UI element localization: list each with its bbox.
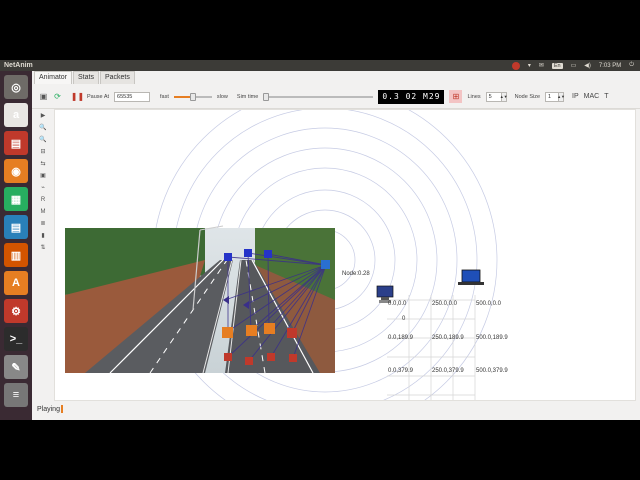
trash-icon[interactable]: ≡: [4, 383, 28, 407]
mac-toggle[interactable]: MAC: [584, 93, 600, 100]
grid-label: 500.0,189.9: [476, 335, 508, 341]
animation-canvas[interactable]: Node:0.28 0 0.0,0.0 250.0,0.0 500.0,0.0 …: [54, 109, 636, 401]
grid-label: 500.0,379.9: [476, 368, 508, 374]
settings-icon[interactable]: ⚙: [4, 299, 28, 323]
node-size-spin-arrows[interactable]: ▲▼: [557, 91, 565, 102]
volume-icon[interactable]: ◀): [584, 62, 591, 69]
clock-text[interactable]: 7:03 PM: [599, 63, 621, 69]
side-tool-icon[interactable]: 🔍: [38, 135, 48, 144]
editor-icon[interactable]: ✎: [4, 355, 28, 379]
amazon-icon[interactable]: a: [4, 103, 28, 127]
node: [289, 354, 297, 362]
pause-at-label: Pause At: [87, 93, 110, 100]
pause-icon[interactable]: ❚❚: [71, 92, 84, 101]
terminal-icon[interactable]: >_: [4, 327, 28, 351]
unity-launcher: ◎ a ▤ ◉ ▦ ▤ ▥ A ⚙ >_ ✎ ≡: [0, 71, 32, 420]
node: [224, 253, 232, 261]
battery-icon[interactable]: ▭: [571, 62, 577, 69]
fast-label: fast: [160, 93, 169, 100]
laptop-node[interactable]: [458, 269, 484, 285]
grid-label: 500.0,0.0: [476, 301, 502, 307]
grid-label: 0.0,189.9: [388, 335, 414, 341]
side-tool-icon[interactable]: M: [38, 207, 48, 216]
tab-animator[interactable]: Animator: [34, 71, 73, 84]
animator-toolbar: ▣ ⟳ ❚❚ Pause At 65535 fast slow Sim time…: [32, 85, 640, 109]
side-tool-icon[interactable]: ▶: [38, 111, 48, 120]
tab-bar: Animator Stats Packets: [32, 71, 136, 84]
system-tray: ▾ ✉ En ▭ ◀) 7:03 PM ⏻: [511, 61, 640, 70]
side-tool-icon[interactable]: ⇆: [38, 159, 48, 168]
side-tool-icon[interactable]: 🔍: [38, 123, 48, 132]
side-tool-icon[interactable]: ≣: [38, 219, 48, 228]
network-icon[interactable]: ▾: [528, 62, 531, 69]
grid-label: 250.0,189.9: [432, 335, 464, 341]
topology-view[interactable]: Node:0.28 0 0.0,0.0 250.0,0.0 500.0,0.0 …: [55, 110, 636, 401]
side-tool-icon[interactable]: ▮: [38, 231, 48, 240]
side-tool-icon[interactable]: ⊟: [38, 147, 48, 156]
tab-packets[interactable]: Packets: [99, 71, 135, 84]
access-point-node: [321, 260, 330, 269]
ubuntu-icon[interactable]: ◎: [4, 75, 28, 99]
node: [287, 328, 297, 338]
netanim-window: Animator Stats Packets ▣ ⟳ ❚❚ Pause At 6…: [32, 71, 640, 420]
mail-icon[interactable]: ✉: [539, 62, 544, 69]
playback-status: Playing: [37, 405, 60, 413]
node: [222, 327, 233, 338]
node: [224, 353, 232, 361]
files-icon[interactable]: ▤: [4, 131, 28, 155]
calc-icon[interactable]: ▦: [4, 187, 28, 211]
node-size-label: Node Size: [514, 93, 541, 100]
grid-lines-icon[interactable]: ⊞: [449, 90, 463, 103]
video-letterbox-top: [0, 0, 640, 60]
side-tool-icon[interactable]: ▣: [38, 171, 48, 180]
node: [267, 353, 275, 361]
status-bar: Playing: [32, 403, 640, 415]
playback-progress: [60, 405, 63, 413]
lines-spinbox[interactable]: 5 ▲▼: [485, 91, 508, 102]
side-tool-icon[interactable]: ⇅: [38, 243, 48, 252]
node: [264, 323, 275, 334]
lines-label: Lines: [467, 93, 481, 100]
side-tool-icon[interactable]: ⌁: [38, 183, 48, 192]
firefox-icon[interactable]: ◉: [4, 159, 28, 183]
t-toggle[interactable]: T: [604, 93, 608, 100]
video-letterbox-bottom: [0, 420, 640, 480]
coordinate-grid: [387, 295, 476, 400]
slow-label: slow: [216, 93, 228, 100]
pause-at-input[interactable]: 65535: [114, 91, 151, 102]
node: [246, 325, 257, 336]
node: [245, 357, 253, 365]
sim-time-display: 0.3 02 M29: [378, 89, 445, 104]
sim-time-label: Sim time: [236, 93, 259, 100]
ip-toggle[interactable]: IP: [572, 93, 579, 100]
grid-label: 0.0,379.9: [388, 368, 414, 374]
software-center-icon[interactable]: A: [4, 271, 28, 295]
power-icon[interactable]: ⏻: [629, 62, 634, 69]
impress-icon[interactable]: ▥: [4, 243, 28, 267]
node: [264, 250, 272, 258]
side-toolbar: ▶ 🔍 🔍 ⊟ ⇆ ▣ ⌁ R M ≣ ▮ ⇅: [36, 111, 50, 252]
grid-label: 250.0,0.0: [432, 301, 458, 307]
keyboard-layout-indicator[interactable]: En: [551, 62, 563, 69]
grid-label: 0.0,0.0: [388, 301, 407, 307]
grid-coordinate-labels: 0.0,0.0 250.0,0.0 500.0,0.0 0.0,189.9 25…: [388, 301, 508, 374]
system-top-panel: NetAnim ▾ ✉ En ▭ ◀) 7:03 PM ⏻: [0, 60, 640, 71]
node-label: Node:0.28: [342, 271, 370, 277]
animation-speed-slider[interactable]: [173, 92, 212, 102]
open-file-icon[interactable]: ▣: [39, 92, 48, 101]
reload-icon[interactable]: ⟳: [53, 92, 62, 101]
side-tool-icon[interactable]: R: [38, 195, 48, 204]
record-indicator-icon[interactable]: [511, 61, 520, 70]
window-title: NetAnim: [4, 62, 33, 69]
node: [244, 249, 252, 257]
writer-icon[interactable]: ▤: [4, 215, 28, 239]
grid-label: 250.0,379.9: [432, 368, 464, 374]
lines-spin-arrows[interactable]: ▲▼: [500, 91, 508, 102]
tab-stats[interactable]: Stats: [73, 71, 99, 84]
node-size-spinbox[interactable]: 1 ▲▼: [545, 91, 565, 102]
sim-time-slider[interactable]: [263, 92, 374, 102]
